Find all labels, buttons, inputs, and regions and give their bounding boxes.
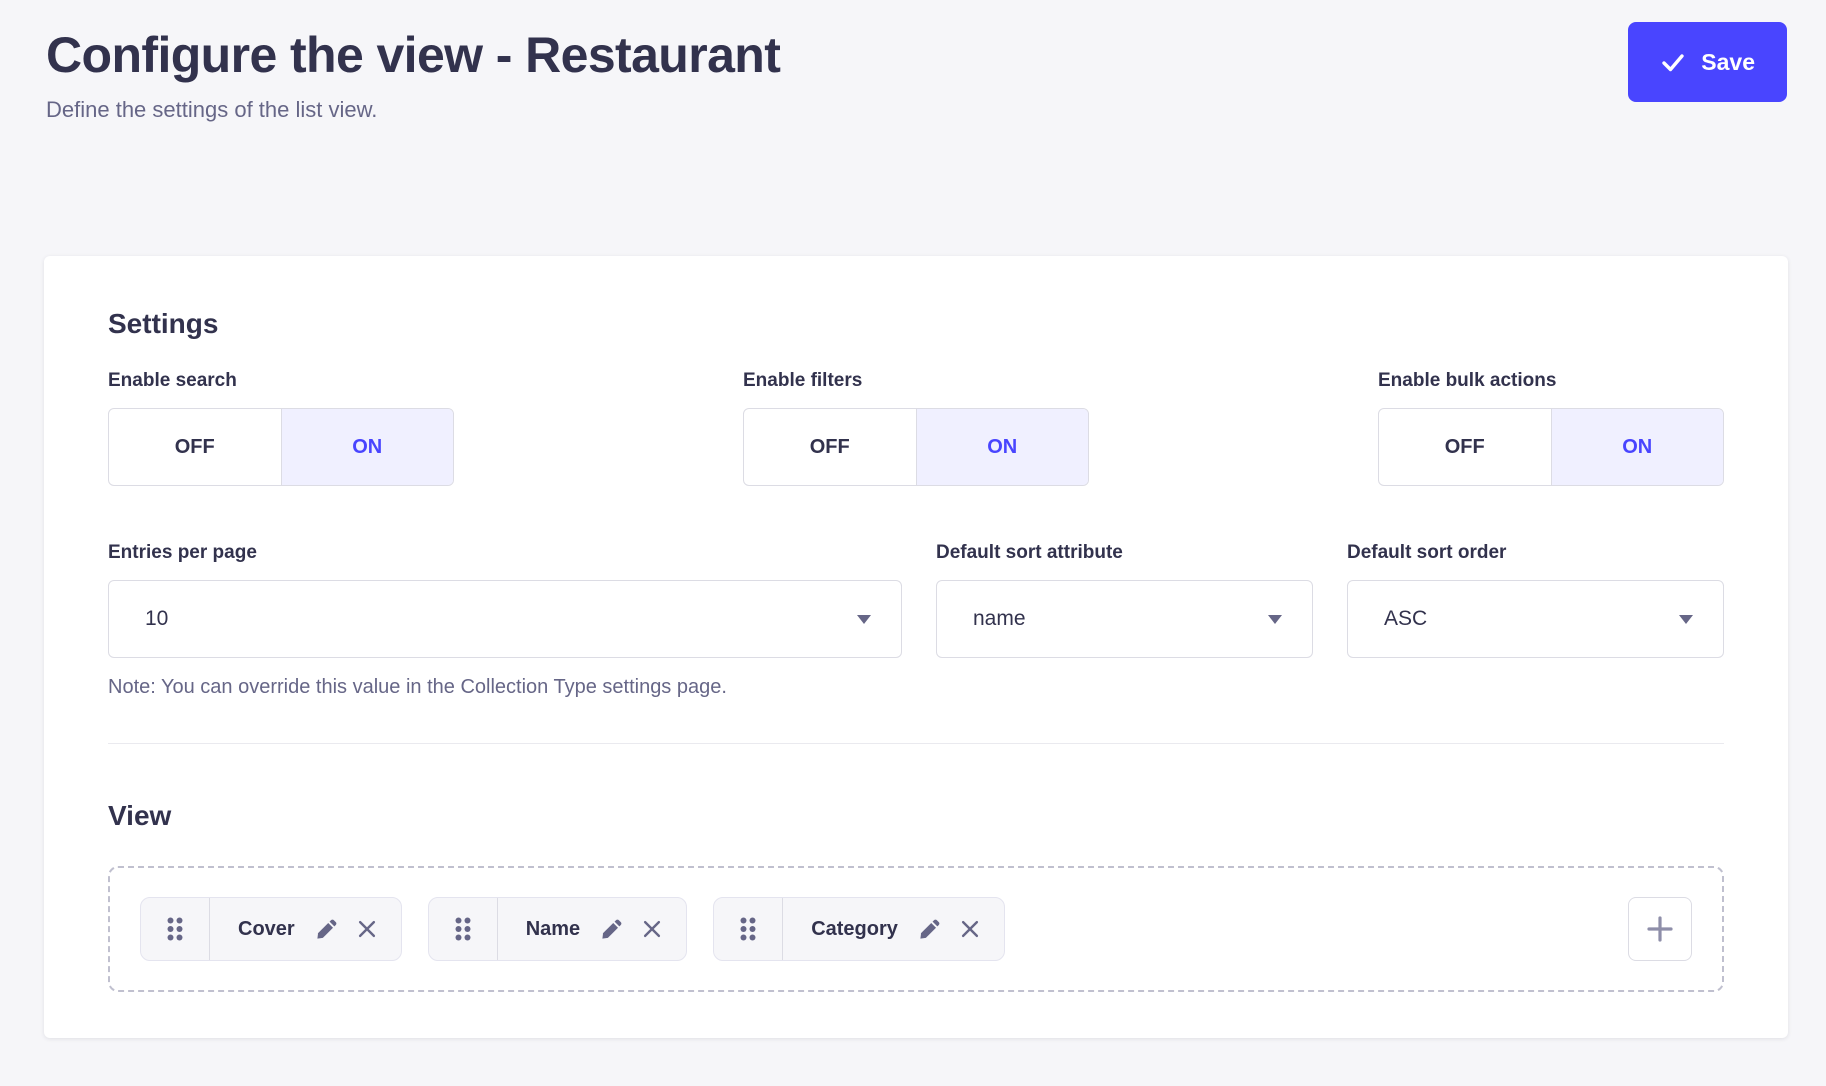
toggle-label: Enable filters — [743, 370, 1089, 392]
entries-per-page-select[interactable]: 10 — [108, 580, 902, 658]
caret-down-icon — [1268, 615, 1282, 624]
pencil-icon — [600, 918, 623, 941]
toggle-label: Enable search — [108, 370, 454, 392]
toggle-field-enable-filters: Enable filters OFF ON — [743, 370, 1089, 486]
save-button-label: Save — [1701, 49, 1755, 76]
remove-field-button[interactable] — [641, 918, 663, 940]
view-heading: View — [108, 800, 1724, 832]
enable-filters-toggle: OFF ON — [743, 408, 1089, 486]
toggle-label: Enable bulk actions — [1378, 370, 1724, 392]
check-icon — [1660, 49, 1686, 75]
remove-field-button[interactable] — [356, 918, 378, 940]
pencil-icon — [918, 918, 941, 941]
plus-icon — [1645, 914, 1675, 944]
select-field-default-sort-order: Default sort order ASC — [1347, 542, 1724, 699]
toggle-off-option[interactable]: OFF — [744, 409, 916, 485]
edit-field-button[interactable] — [600, 918, 623, 941]
select-label: Default sort attribute — [936, 542, 1313, 564]
select-value: ASC — [1384, 607, 1427, 631]
toggles-row: Enable search OFF ON Enable filters OFF … — [108, 370, 1724, 486]
close-icon — [959, 918, 981, 940]
page-subtitle: Define the settings of the list view. — [46, 97, 780, 123]
toggle-on-option[interactable]: ON — [281, 409, 454, 485]
select-label: Entries per page — [108, 542, 902, 564]
settings-card: Settings Enable search OFF ON Enable fil… — [44, 256, 1788, 1038]
select-label: Default sort order — [1347, 542, 1724, 564]
field-chip-label: Category — [783, 918, 918, 941]
selects-row: Entries per page 10 Note: You can overri… — [108, 542, 1724, 699]
enable-bulk-actions-toggle: OFF ON — [1378, 408, 1724, 486]
drag-handle[interactable] — [429, 898, 498, 960]
toggle-field-enable-search: Enable search OFF ON — [108, 370, 454, 486]
toggle-on-option[interactable]: ON — [916, 409, 1089, 485]
drag-handle[interactable] — [141, 898, 210, 960]
toggle-on-option[interactable]: ON — [1551, 409, 1724, 485]
field-chip-label: Cover — [210, 918, 315, 941]
section-divider — [108, 743, 1724, 744]
edit-field-button[interactable] — [918, 918, 941, 941]
select-value: name — [973, 607, 1026, 631]
default-sort-order-select[interactable]: ASC — [1347, 580, 1724, 658]
close-icon — [356, 918, 378, 940]
drag-handle-icon — [455, 917, 471, 941]
page-header: Configure the view - Restaurant Define t… — [0, 0, 1826, 123]
note-text: Note: You can override this value in the… — [108, 676, 902, 699]
add-field-button[interactable] — [1628, 897, 1692, 961]
close-icon — [641, 918, 663, 940]
field-chip-label: Name — [498, 918, 600, 941]
select-value: 10 — [145, 607, 168, 631]
drag-handle[interactable] — [714, 898, 783, 960]
field-chip-name[interactable]: Name — [428, 897, 687, 961]
page-header-text: Configure the view - Restaurant Define t… — [46, 26, 780, 123]
page-title: Configure the view - Restaurant — [46, 26, 780, 84]
caret-down-icon — [857, 615, 871, 624]
select-field-entries-per-page: Entries per page 10 Note: You can overri… — [108, 542, 902, 699]
enable-search-toggle: OFF ON — [108, 408, 454, 486]
field-chip-category[interactable]: Category — [713, 897, 1005, 961]
pencil-icon — [315, 918, 338, 941]
toggle-off-option[interactable]: OFF — [1379, 409, 1551, 485]
caret-down-icon — [1679, 615, 1693, 624]
remove-field-button[interactable] — [959, 918, 981, 940]
save-button[interactable]: Save — [1628, 22, 1787, 102]
settings-heading: Settings — [108, 308, 1724, 340]
field-dropzone: Cover Name — [108, 866, 1724, 992]
edit-field-button[interactable] — [315, 918, 338, 941]
default-sort-attribute-select[interactable]: name — [936, 580, 1313, 658]
toggle-field-enable-bulk-actions: Enable bulk actions OFF ON — [1378, 370, 1724, 486]
drag-handle-icon — [740, 917, 756, 941]
field-chip-cover[interactable]: Cover — [140, 897, 402, 961]
drag-handle-icon — [167, 917, 183, 941]
select-field-default-sort-attribute: Default sort attribute name — [936, 542, 1313, 699]
toggle-off-option[interactable]: OFF — [109, 409, 281, 485]
